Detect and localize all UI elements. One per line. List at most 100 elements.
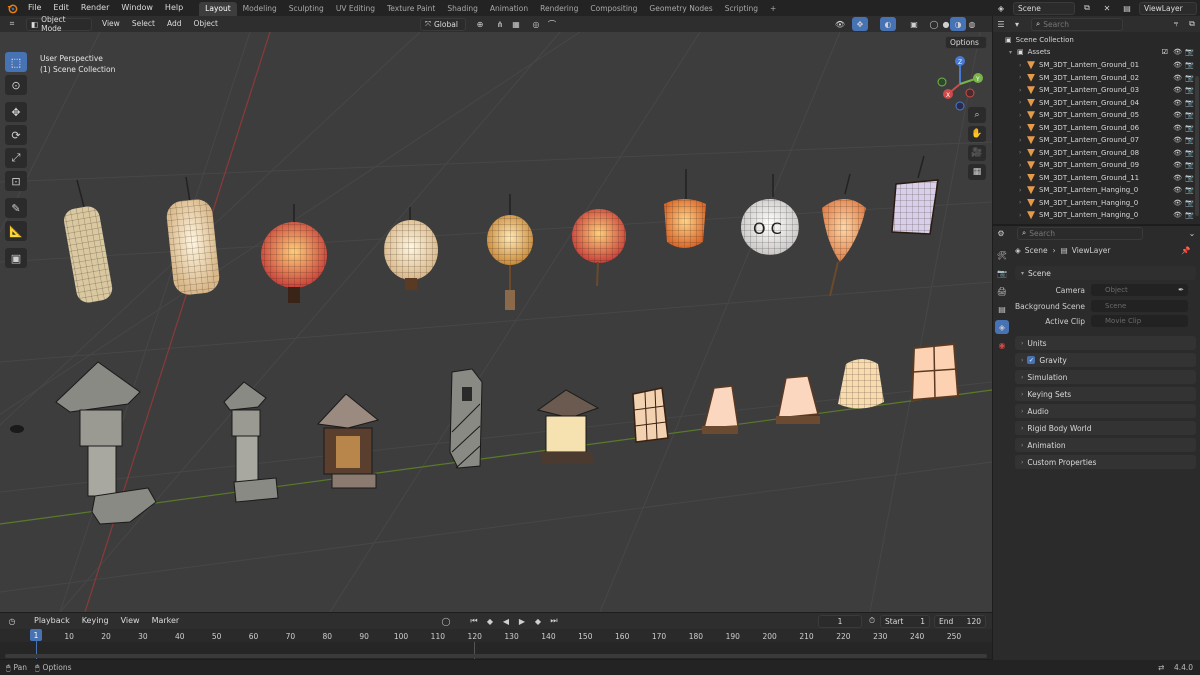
eye-icon[interactable]: 👁 [1173, 99, 1182, 107]
tab-uv-editing[interactable]: UV Editing [330, 2, 381, 16]
3d-viewport[interactable]: O C ⬚ ⊙ ✥ ⟳ ⤢ ⊡ ✎ 📐 ▣ User Perspective (… [0, 32, 992, 612]
viewport-menu-select[interactable]: Select [126, 16, 161, 32]
eye-icon[interactable]: 👁 [1173, 136, 1182, 144]
end-frame-field[interactable]: End 120 [934, 614, 986, 628]
outliner-item[interactable]: › SM_3DT_Lantern_Ground_01 👁 📷 [993, 59, 1200, 72]
properties-editor-icon[interactable]: ⚙ [993, 226, 1009, 240]
shrine-lantern-3[interactable] [316, 393, 380, 489]
falloff-icon[interactable]: ⌒ [544, 17, 560, 31]
eye-icon[interactable]: 👁 [1173, 149, 1182, 157]
expand-icon[interactable]: › [1019, 212, 1027, 219]
eye-icon[interactable]: 👁 [1173, 186, 1182, 194]
hanging-lantern-8[interactable]: O C [741, 174, 799, 255]
hanging-lantern-1[interactable] [62, 179, 114, 304]
panel-animation[interactable]: › Animation [1015, 438, 1196, 452]
viewport-menu-object[interactable]: Object [187, 16, 223, 32]
outliner-scene-collection[interactable]: ▣ Scene Collection [993, 34, 1200, 47]
play-icon[interactable]: ▶ [514, 614, 530, 628]
viewport-menu-add[interactable]: Add [161, 16, 188, 32]
outliner-item[interactable]: › SM_3DT_Lantern_Hanging_0 👁 📷 [993, 184, 1200, 197]
timeline-menu-playback[interactable]: Playback [28, 613, 76, 629]
eye-icon[interactable]: 👁 [1173, 74, 1182, 82]
display-mode-icon[interactable]: ▾ [1009, 17, 1025, 31]
scale-tool[interactable]: ⤢ [5, 148, 27, 168]
blender-logo-icon[interactable] [4, 1, 20, 15]
scene-tab-icon[interactable]: ◈ [995, 320, 1009, 334]
expand-icon[interactable]: › [1019, 99, 1027, 106]
outliner-item[interactable]: › SM_3DT_Lantern_Ground_06 👁 📷 [993, 122, 1200, 135]
panel-audio[interactable]: › Audio [1015, 404, 1196, 418]
outliner-scrollbar[interactable] [1195, 76, 1199, 216]
tool-tab-icon[interactable]: 🛠 [995, 248, 1009, 262]
jump-start-icon[interactable]: ⏮ [466, 614, 482, 628]
panel-rigid-body-world[interactable]: › Rigid Body World [1015, 421, 1196, 435]
mode-dropdown[interactable]: ◧ Object Mode [26, 15, 92, 33]
gizmo-toggle-icon[interactable]: ✥ [852, 17, 868, 31]
expand-icon[interactable]: › [1019, 112, 1027, 119]
world-tab-icon[interactable]: ◉ [995, 338, 1009, 352]
camera-icon[interactable]: 📷 [1185, 48, 1194, 56]
tab-layout[interactable]: Layout [199, 2, 237, 16]
panel-custom-properties[interactable]: › Custom Properties [1015, 455, 1196, 469]
tab-scripting[interactable]: Scripting [719, 2, 764, 16]
editor-type-icon[interactable]: ⌗ [4, 17, 20, 31]
eye-icon[interactable]: 👁 [1173, 111, 1182, 119]
menu-help[interactable]: Help [159, 0, 189, 16]
tab-texture-paint[interactable]: Texture Paint [381, 2, 441, 16]
snap-target-icon[interactable]: ▦ [508, 17, 524, 31]
outliner-item[interactable]: › SM_3DT_Lantern_Ground_11 👁 📷 [993, 172, 1200, 185]
options-button[interactable]: Options [945, 36, 987, 49]
expand-icon[interactable]: › [1019, 199, 1027, 206]
hanging-lantern-2[interactable] [165, 176, 221, 296]
gravity-checkbox[interactable]: ✓ [1027, 356, 1036, 364]
eye-icon[interactable]: 👁 [1173, 199, 1182, 207]
frame-ruler[interactable]: 1102030405060708090100110120130140150160… [0, 629, 992, 642]
outliner-item[interactable]: › SM_3DT_Lantern_Ground_09 👁 📷 [993, 159, 1200, 172]
hanging-lantern-7[interactable] [664, 169, 706, 248]
timeline-menu-keying[interactable]: Keying [76, 613, 115, 629]
expand-icon[interactable]: › [1019, 137, 1027, 144]
eye-icon[interactable]: 👁 [1173, 61, 1182, 69]
new-scene-icon[interactable]: ⧉ [1079, 1, 1095, 15]
outliner-assets-collection[interactable]: ▾ ▣ Assets ☑ 👁 📷 [993, 46, 1200, 59]
stone-post-lantern-4[interactable] [449, 368, 483, 469]
select-box-tool[interactable]: ⬚ [5, 52, 27, 72]
panel-gravity[interactable]: › ✓ Gravity [1015, 353, 1196, 367]
timeline-area[interactable]: 1102030405060708090100110120130140150160… [0, 629, 992, 659]
eye-icon[interactable]: 👁 [1173, 161, 1182, 169]
outliner-item[interactable]: › SM_3DT_Lantern_Ground_04 👁 📷 [993, 97, 1200, 110]
eye-icon[interactable]: 👁 [1173, 124, 1182, 132]
proportional-edit-icon[interactable]: ◎ [528, 17, 544, 31]
hanging-lantern-6[interactable] [572, 209, 626, 287]
timeline-editor-icon[interactable]: ◷ [4, 614, 20, 628]
transform-orientation-dropdown[interactable]: ⤧ Global [420, 17, 466, 31]
camera-icon[interactable]: 📷 [1185, 99, 1194, 107]
tab-modeling[interactable]: Modeling [237, 2, 283, 16]
camera-icon[interactable]: 📷 [1185, 174, 1194, 182]
paper-lantern-8[interactable] [776, 375, 820, 424]
zoom-icon[interactable]: ⌕ [968, 107, 986, 123]
expand-icon[interactable]: › [1019, 74, 1027, 81]
camera-icon[interactable]: 📷 [1185, 124, 1194, 132]
hanging-lantern-9[interactable] [822, 173, 866, 297]
outliner-item[interactable]: › SM_3DT_Lantern_Ground_07 👁 📷 [993, 134, 1200, 147]
hanging-lantern-3[interactable] [261, 204, 327, 303]
eye-icon[interactable]: 👁 [1173, 174, 1182, 182]
measure-tool[interactable]: 📐 [5, 221, 27, 241]
field-background-scene[interactable]: Scene [1091, 299, 1188, 312]
outliner-item[interactable]: › SM_3DT_Lantern_Hanging_0 👁 📷 [993, 209, 1200, 222]
small-object[interactable] [10, 425, 24, 433]
add-cube-tool[interactable]: ▣ [5, 248, 27, 268]
hanging-lantern-10[interactable] [891, 155, 939, 235]
hanging-lantern-5[interactable] [487, 194, 533, 310]
eye-icon[interactable]: 👁 [1173, 86, 1182, 94]
play-reverse-icon[interactable]: ◀ [498, 614, 514, 628]
tab-sculpting[interactable]: Sculpting [283, 2, 330, 16]
tab-rendering[interactable]: Rendering [534, 2, 584, 16]
jump-end-icon[interactable]: ⏭ [546, 614, 562, 628]
eyedropper-icon[interactable]: ✒ [1178, 286, 1184, 294]
scene-selector[interactable]: Scene [1013, 1, 1075, 15]
transform-tool[interactable]: ⊡ [5, 171, 27, 191]
scene-icon[interactable]: ◈ [993, 1, 1009, 15]
expand-icon[interactable]: › [1019, 62, 1027, 69]
